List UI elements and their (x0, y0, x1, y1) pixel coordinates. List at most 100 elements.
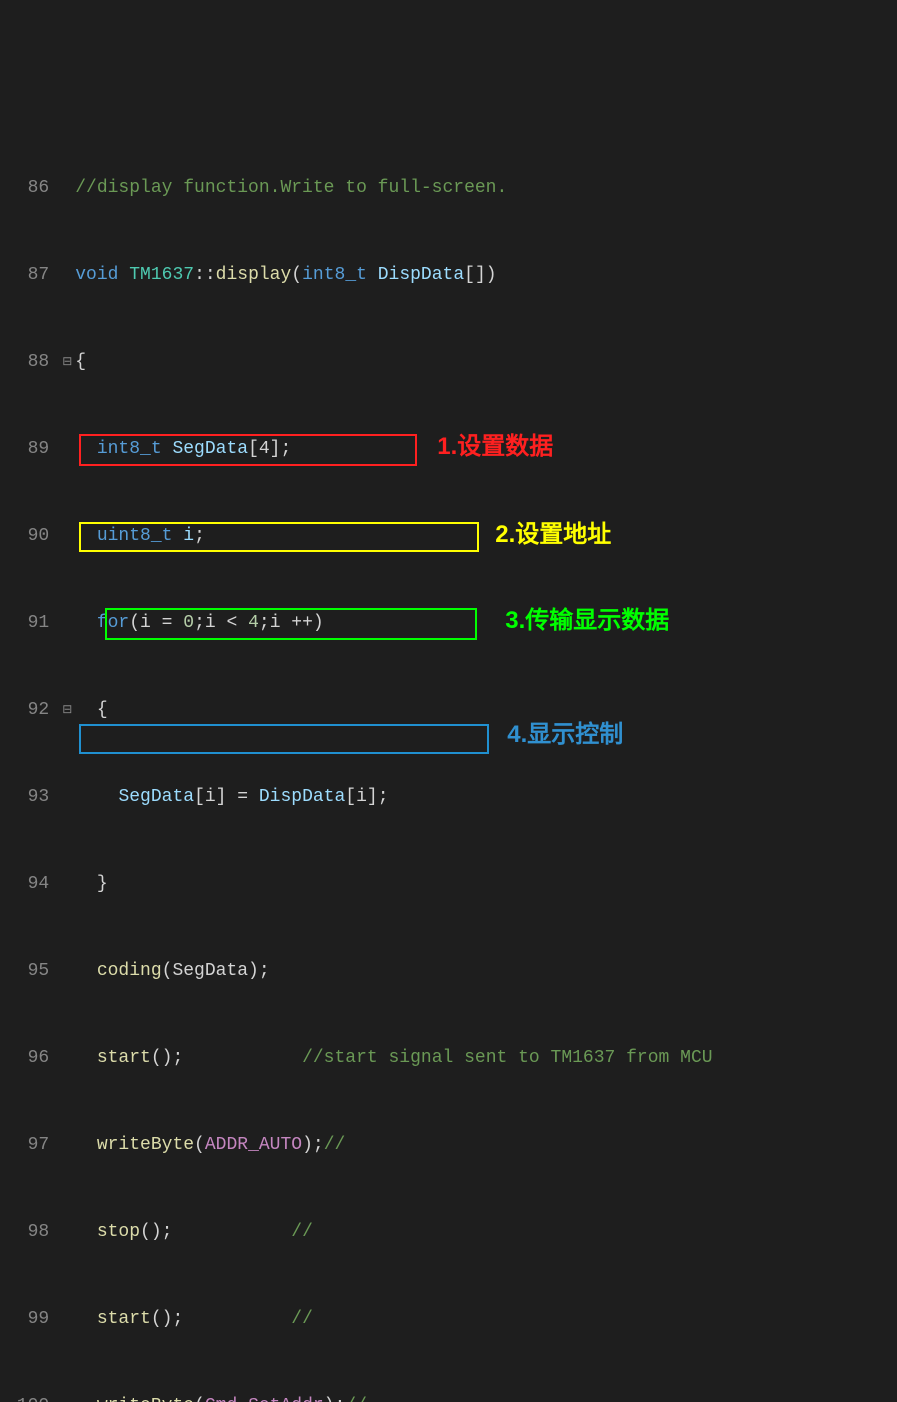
function-call: start (97, 1048, 151, 1068)
line-number: 91 (6, 609, 49, 638)
fold-marker (59, 783, 75, 812)
brace-close: } (97, 874, 108, 894)
brace-open: { (75, 352, 86, 372)
rparen: ); (324, 1396, 346, 1402)
code-line[interactable]: { (75, 696, 897, 725)
semicolon: ; (194, 526, 205, 546)
lparen: ( (291, 265, 302, 285)
array-decl: [4]; (248, 439, 291, 459)
comment-text: // (345, 1396, 367, 1402)
function-call: coding (97, 961, 162, 981)
brace-open: { (97, 700, 108, 720)
code-line[interactable]: SegData[i] = DispData[i]; (75, 783, 897, 812)
keyword-for: for (97, 613, 129, 633)
type-name: int8_t (302, 265, 367, 285)
code-line[interactable]: { (75, 348, 897, 377)
function-call: stop (97, 1222, 140, 1242)
fold-marker (59, 435, 75, 464)
code-line[interactable]: int8_t SegData[4]; (75, 435, 897, 464)
function-name: display (216, 265, 292, 285)
fold-marker[interactable]: ⊟ (59, 696, 75, 725)
code-line[interactable]: void TM1637::display(int8_t DispData[]) (75, 261, 897, 290)
code-line[interactable]: //display function.Write to full-screen. (75, 174, 897, 203)
scope-op: :: (194, 265, 216, 285)
fold-marker (59, 522, 75, 551)
lparen: ( (194, 1135, 205, 1155)
var-name: SegData (162, 439, 248, 459)
comment-text: // (291, 1222, 313, 1242)
fold-marker[interactable]: ⊟ (59, 348, 75, 377)
for-inc: ;i ++) (259, 613, 324, 633)
number: 4 (248, 613, 259, 633)
function-call: start (97, 1309, 151, 1329)
line-number: 95 (6, 957, 49, 986)
code-line[interactable]: coding(SegData); (75, 957, 897, 986)
line-number: 94 (6, 870, 49, 899)
line-number: 86 (6, 174, 49, 203)
fold-marker (59, 609, 75, 638)
fold-marker (59, 1218, 75, 1247)
var-name: SegData (118, 787, 194, 807)
line-number: 96 (6, 1044, 49, 1073)
line-number: 93 (6, 783, 49, 812)
highlight-box-blue (79, 724, 489, 754)
line-number-gutter: 86 87 88 89 90 91 92 93 94 95 96 97 98 9… (0, 116, 59, 817)
comment-text: //display function.Write to full-screen. (75, 178, 507, 198)
constant: ADDR_AUTO (205, 1135, 302, 1155)
comment-text: // (324, 1135, 346, 1155)
var-name: DispData (259, 787, 345, 807)
code-line[interactable]: for(i = 0;i < 4;i ++) (75, 609, 897, 638)
line-number: 99 (6, 1305, 49, 1334)
fold-column[interactable]: ⊟ ⊟ ⊟ (59, 116, 75, 817)
class-name: TM1637 (129, 265, 194, 285)
line-number: 90 (6, 522, 49, 551)
line-number: 97 (6, 1131, 49, 1160)
fold-marker (59, 957, 75, 986)
rparen: ); (302, 1135, 324, 1155)
var-name: i (172, 526, 194, 546)
code-line[interactable]: } (75, 870, 897, 899)
line-number: 89 (6, 435, 49, 464)
line-number: 100 (6, 1392, 49, 1402)
comment-text: //start signal sent to TM1637 from MCU (302, 1048, 712, 1068)
space (118, 265, 129, 285)
fold-marker (59, 174, 75, 203)
for-cond: ;i < (194, 613, 248, 633)
line-number: 98 (6, 1218, 49, 1247)
fold-marker (59, 1131, 75, 1160)
lparen: ( (194, 1396, 205, 1402)
call-args: (SegData); (162, 961, 270, 981)
array-close: []) (464, 265, 496, 285)
line-number: 87 (6, 261, 49, 290)
comment-text: // (291, 1309, 313, 1329)
code-line[interactable]: start(); //start signal sent to TM1637 f… (75, 1044, 897, 1073)
fold-marker (59, 870, 75, 899)
code-line[interactable]: writeByte(Cmd_SetAddr);// (75, 1392, 897, 1402)
fold-marker (59, 1392, 75, 1402)
fold-marker (59, 261, 75, 290)
line-number: 88 (6, 348, 49, 377)
code-editor[interactable]: 86 87 88 89 90 91 92 93 94 95 96 97 98 9… (0, 116, 897, 817)
code-line[interactable]: writeByte(ADDR_AUTO);// (75, 1131, 897, 1160)
keyword-void: void (75, 265, 118, 285)
for-head: (i = (129, 613, 183, 633)
index: [i]; (345, 787, 388, 807)
call-args: (); (151, 1048, 183, 1068)
fold-marker (59, 1044, 75, 1073)
number: 0 (183, 613, 194, 633)
line-number: 92 (6, 696, 49, 725)
code-area[interactable]: //display function.Write to full-screen.… (75, 116, 897, 817)
code-line[interactable]: start(); // (75, 1305, 897, 1334)
constant: Cmd_SetAddr (205, 1396, 324, 1402)
code-line[interactable]: stop(); // (75, 1218, 897, 1247)
function-call: writeByte (97, 1135, 194, 1155)
type-name: int8_t (97, 439, 162, 459)
function-call: writeByte (97, 1396, 194, 1402)
call-args: (); (151, 1309, 183, 1329)
param-name: DispData (367, 265, 464, 285)
code-line[interactable]: uint8_t i; (75, 522, 897, 551)
type-name: uint8_t (97, 526, 173, 546)
call-args: (); (140, 1222, 172, 1242)
index-assign: [i] = (194, 787, 259, 807)
fold-marker (59, 1305, 75, 1334)
